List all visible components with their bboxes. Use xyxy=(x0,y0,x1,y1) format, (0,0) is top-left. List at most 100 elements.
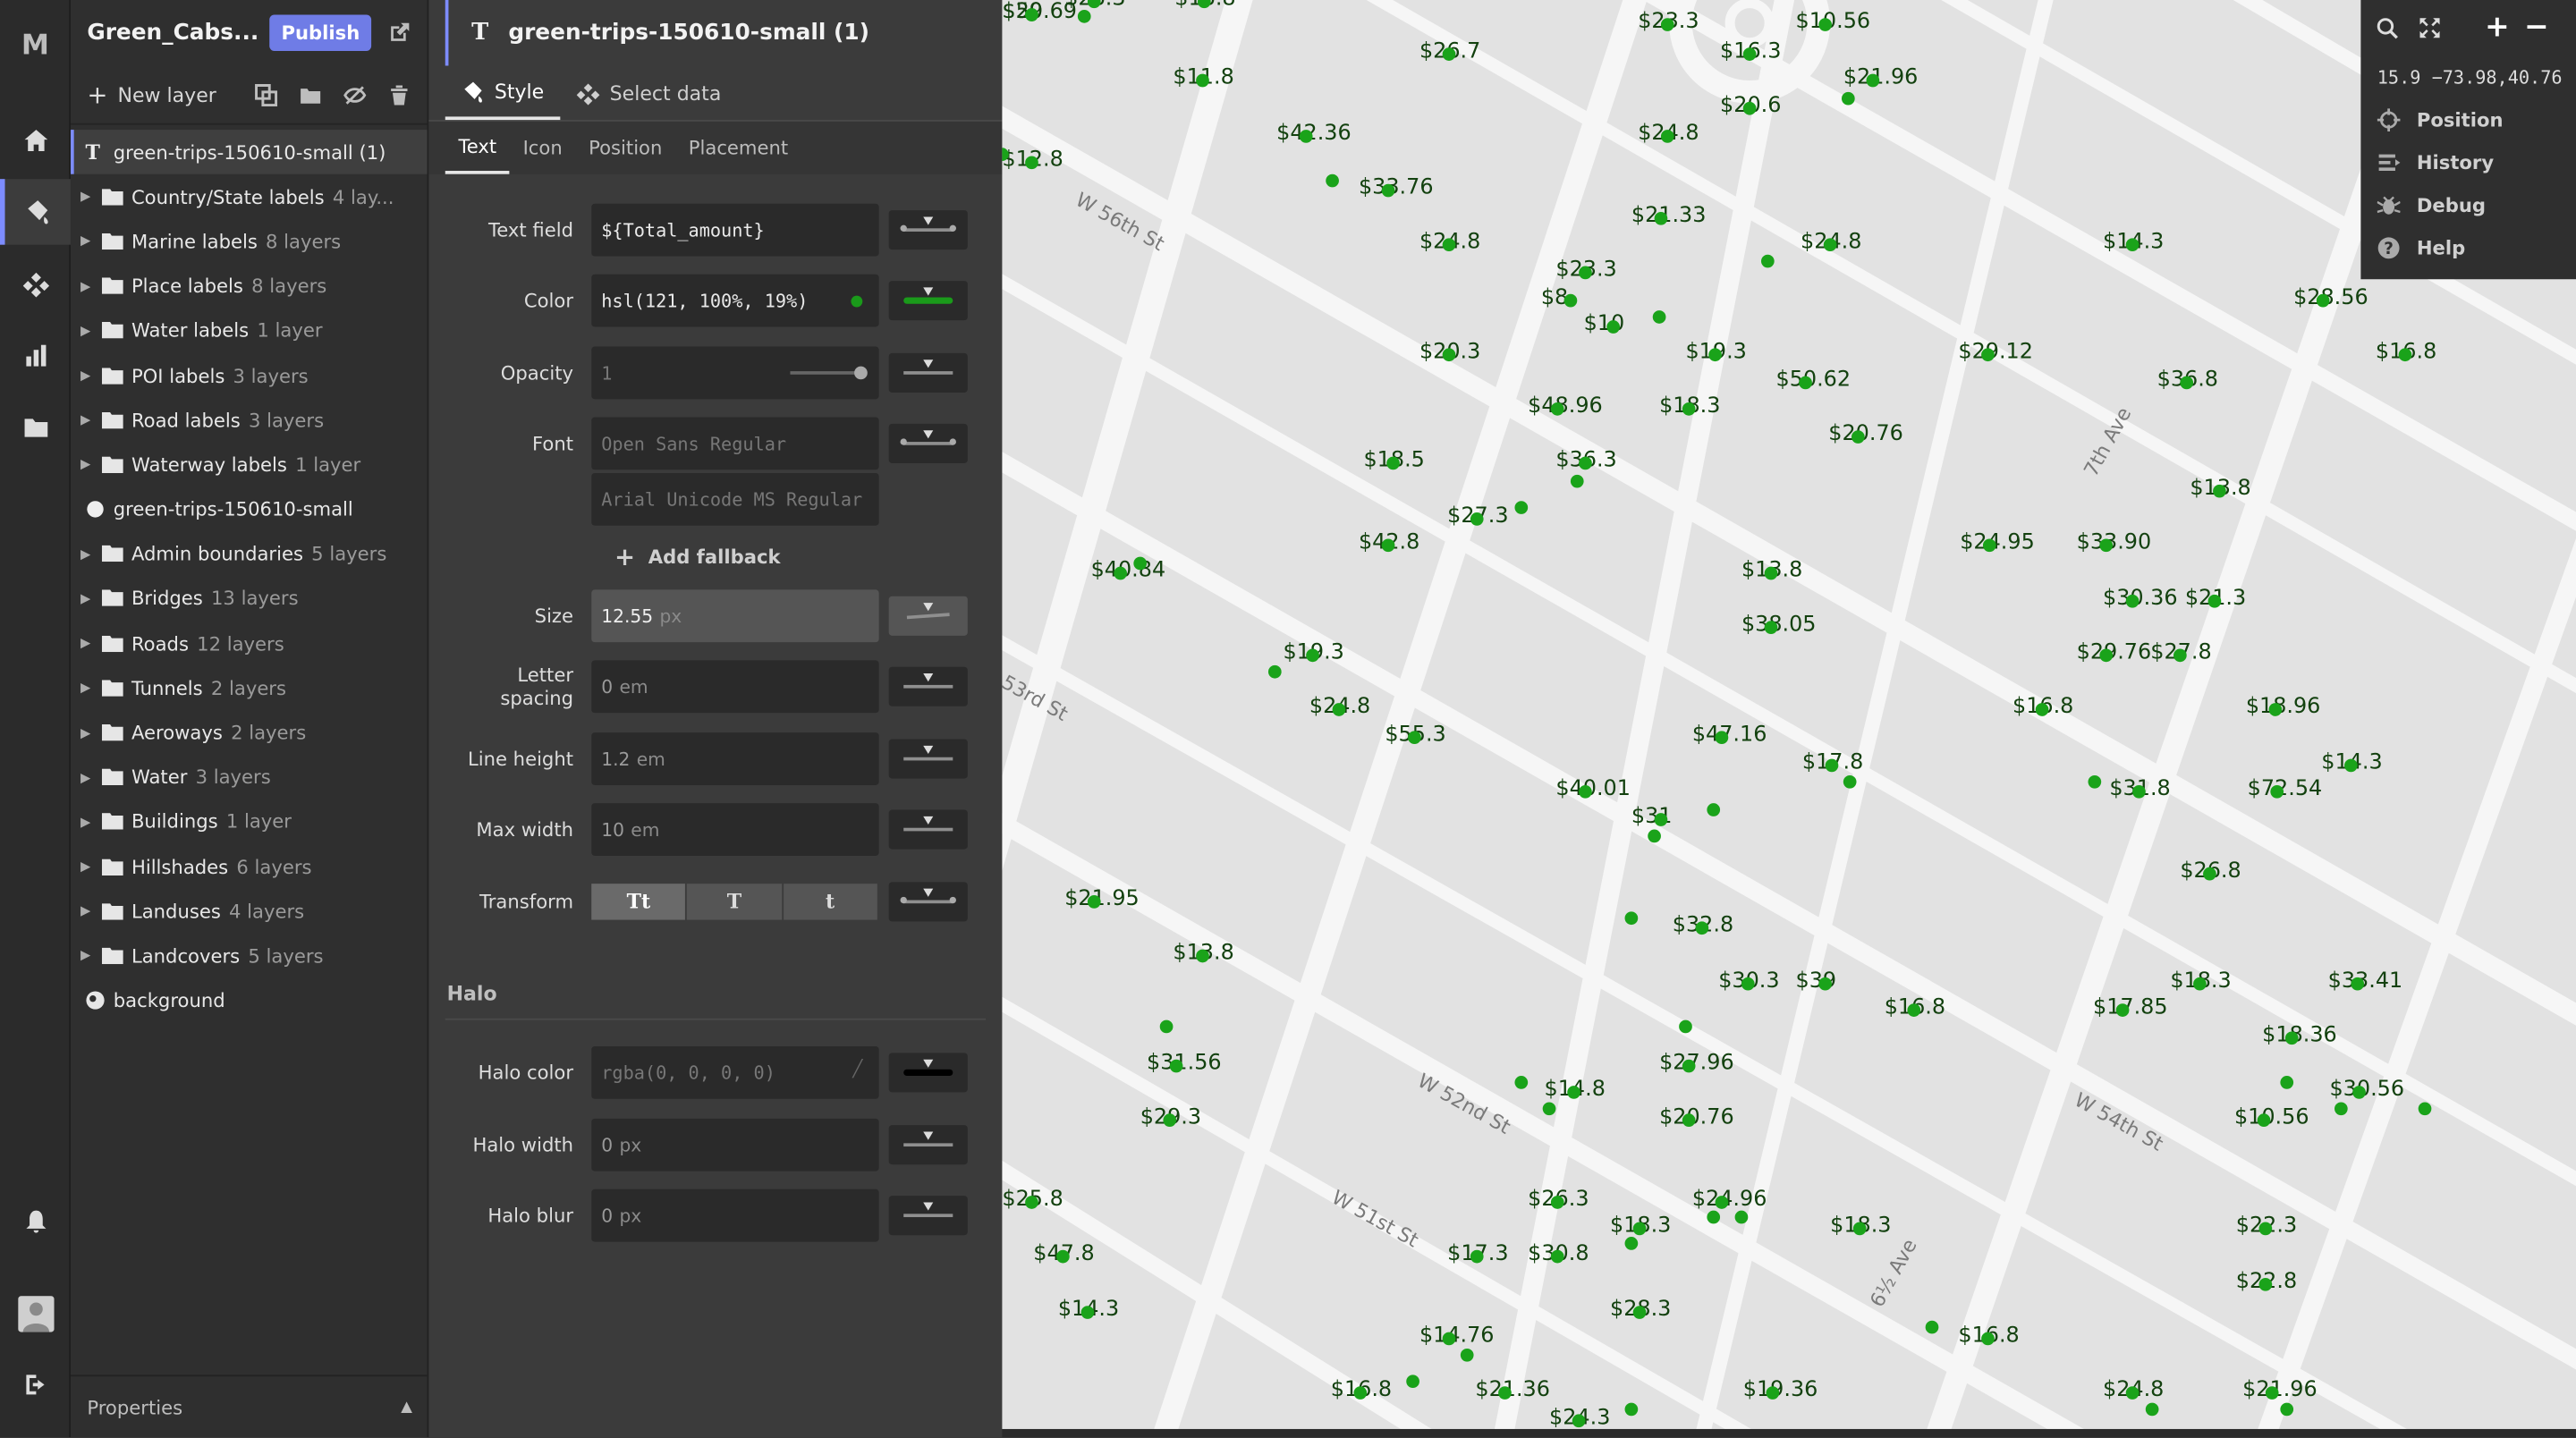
trip-point[interactable] xyxy=(1742,47,1757,61)
trip-point[interactable] xyxy=(1682,402,1696,416)
max-width-zoom-function[interactable] xyxy=(888,809,968,850)
trip-point[interactable] xyxy=(1606,320,1621,334)
letter-spacing-zoom-function[interactable] xyxy=(888,666,968,706)
trip-point[interactable] xyxy=(1056,1249,1070,1264)
chevron-right-icon[interactable]: ▶ xyxy=(80,770,97,785)
publish-button[interactable]: Publish xyxy=(269,14,372,51)
layer-item[interactable]: ▶ POI labels 3 layers xyxy=(71,353,428,398)
chevron-right-icon[interactable]: ▶ xyxy=(80,279,97,294)
trip-point[interactable] xyxy=(1442,348,1456,362)
trip-point[interactable] xyxy=(2193,977,2207,991)
search-icon[interactable] xyxy=(2376,16,2399,39)
trip-point[interactable] xyxy=(1841,91,1855,106)
opacity-input[interactable]: 1 xyxy=(591,346,879,400)
layer-item[interactable]: ▶ Hillshades 6 layers xyxy=(71,844,428,889)
trip-point[interactable] xyxy=(2207,594,2222,608)
trip-point[interactable] xyxy=(2334,1102,2348,1116)
trip-point[interactable] xyxy=(1408,731,1421,745)
font-input[interactable]: Open Sans Regular xyxy=(591,417,879,470)
trip-point[interactable] xyxy=(1579,266,1592,280)
home-button[interactable] xyxy=(0,108,71,173)
trip-point[interactable] xyxy=(1818,18,1832,31)
trip-point[interactable] xyxy=(1332,703,1346,716)
tab-style[interactable]: Style xyxy=(445,65,561,121)
trip-point[interactable] xyxy=(1570,474,1584,488)
trip-point[interactable] xyxy=(1823,238,1837,252)
trip-point[interactable] xyxy=(2280,1402,2294,1417)
line-height-input[interactable]: 1.2 em xyxy=(591,732,879,785)
trip-point[interactable] xyxy=(2280,1076,2294,1089)
trip-point[interactable] xyxy=(1843,774,1857,789)
trip-point[interactable] xyxy=(1550,1249,1564,1264)
properties-footer[interactable]: Properties ▲ xyxy=(70,1375,429,1437)
help-button[interactable]: ? Help xyxy=(2360,226,2576,269)
trip-point[interactable] xyxy=(1299,130,1313,143)
color-input[interactable]: hsl(121, 100%, 19%) xyxy=(591,274,879,327)
trip-point[interactable] xyxy=(1353,1386,1368,1400)
trip-point[interactable] xyxy=(1682,1059,1696,1073)
trip-point[interactable] xyxy=(2099,648,2114,663)
trip-point[interactable] xyxy=(1381,538,1395,553)
trip-point[interactable] xyxy=(2265,1386,2279,1400)
layer-item[interactable]: ▶ Water 3 layers xyxy=(71,755,428,799)
trip-point[interactable] xyxy=(2213,484,2226,498)
layer-item[interactable]: ▶ Admin boundaries 5 layers xyxy=(71,532,428,577)
letter-spacing-input[interactable]: 0 em xyxy=(591,660,879,714)
size-input[interactable]: 12.55 px xyxy=(591,589,879,643)
zoom-out-button[interactable]: − xyxy=(2521,12,2554,45)
trip-point[interactable] xyxy=(2258,1222,2273,1236)
trip-point[interactable] xyxy=(1708,348,1722,362)
layer-item[interactable]: ▶ Tunnels 2 layers xyxy=(71,665,428,710)
trip-point[interactable] xyxy=(2174,648,2187,663)
tab-select-data[interactable]: Select data xyxy=(561,65,738,120)
color-zoom-function[interactable] xyxy=(888,281,968,321)
trip-point[interactable] xyxy=(1764,566,1778,580)
layer-item[interactable]: background xyxy=(71,978,428,1023)
chevron-right-icon[interactable]: ▶ xyxy=(80,457,97,472)
trip-point[interactable] xyxy=(1648,829,1661,843)
trip-point[interactable] xyxy=(1163,1113,1177,1128)
trip-point[interactable] xyxy=(1760,254,1775,268)
layer-item[interactable]: ▶ Road labels 3 layers xyxy=(71,398,428,443)
trip-point[interactable] xyxy=(1764,621,1778,634)
halo-blur-zoom-function[interactable] xyxy=(888,1196,968,1236)
trip-point[interactable] xyxy=(1925,1320,1939,1334)
trip-point[interactable] xyxy=(2316,293,2330,308)
trip-point[interactable] xyxy=(2125,594,2140,608)
trip-point[interactable] xyxy=(1196,73,1209,88)
trip-point[interactable] xyxy=(2344,758,2358,773)
trip-point[interactable] xyxy=(2268,703,2283,716)
trip-point[interactable] xyxy=(1624,911,1639,926)
trip-point[interactable] xyxy=(2115,1003,2130,1017)
trip-point[interactable] xyxy=(1715,731,1729,745)
subtab-icon[interactable]: Icon xyxy=(510,122,576,174)
trip-point[interactable] xyxy=(1652,310,1666,324)
opacity-slider[interactable] xyxy=(790,366,868,380)
transform-lowercase-button[interactable]: t xyxy=(783,884,877,920)
trip-point[interactable] xyxy=(1080,1306,1095,1319)
layer-item[interactable]: ▶ Waterway labels 1 layer xyxy=(71,443,428,487)
halo-width-zoom-function[interactable] xyxy=(888,1125,968,1165)
trip-point[interactable] xyxy=(1442,1332,1456,1346)
trip-point[interactable] xyxy=(1852,1222,1867,1236)
trip-point[interactable] xyxy=(1196,949,1209,963)
trip-point[interactable] xyxy=(1660,130,1674,143)
trip-point[interactable] xyxy=(2132,784,2146,799)
chevron-right-icon[interactable]: ▶ xyxy=(80,815,97,830)
trip-point[interactable] xyxy=(1442,238,1456,252)
trip-point[interactable] xyxy=(1025,156,1038,170)
trip-point[interactable] xyxy=(1624,1402,1639,1417)
trip-point[interactable] xyxy=(1381,183,1395,198)
chevron-right-icon[interactable]: ▶ xyxy=(80,591,97,606)
map-canvas[interactable]: $26.3$16.8$26.7$11.8$42.36$33.76$24.8$23… xyxy=(1002,0,2576,1429)
folder-icon[interactable] xyxy=(299,83,322,106)
trip-point[interactable] xyxy=(1326,173,1339,188)
trip-point[interactable] xyxy=(1734,1210,1749,1224)
trip-point[interactable] xyxy=(1579,784,1592,799)
trip-point[interactable] xyxy=(2088,774,2102,789)
data-button[interactable] xyxy=(0,251,71,317)
trip-point[interactable] xyxy=(1550,1196,1564,1209)
chevron-right-icon[interactable]: ▶ xyxy=(80,859,97,875)
trip-point[interactable] xyxy=(2398,348,2412,362)
trip-point[interactable] xyxy=(1852,430,1865,444)
